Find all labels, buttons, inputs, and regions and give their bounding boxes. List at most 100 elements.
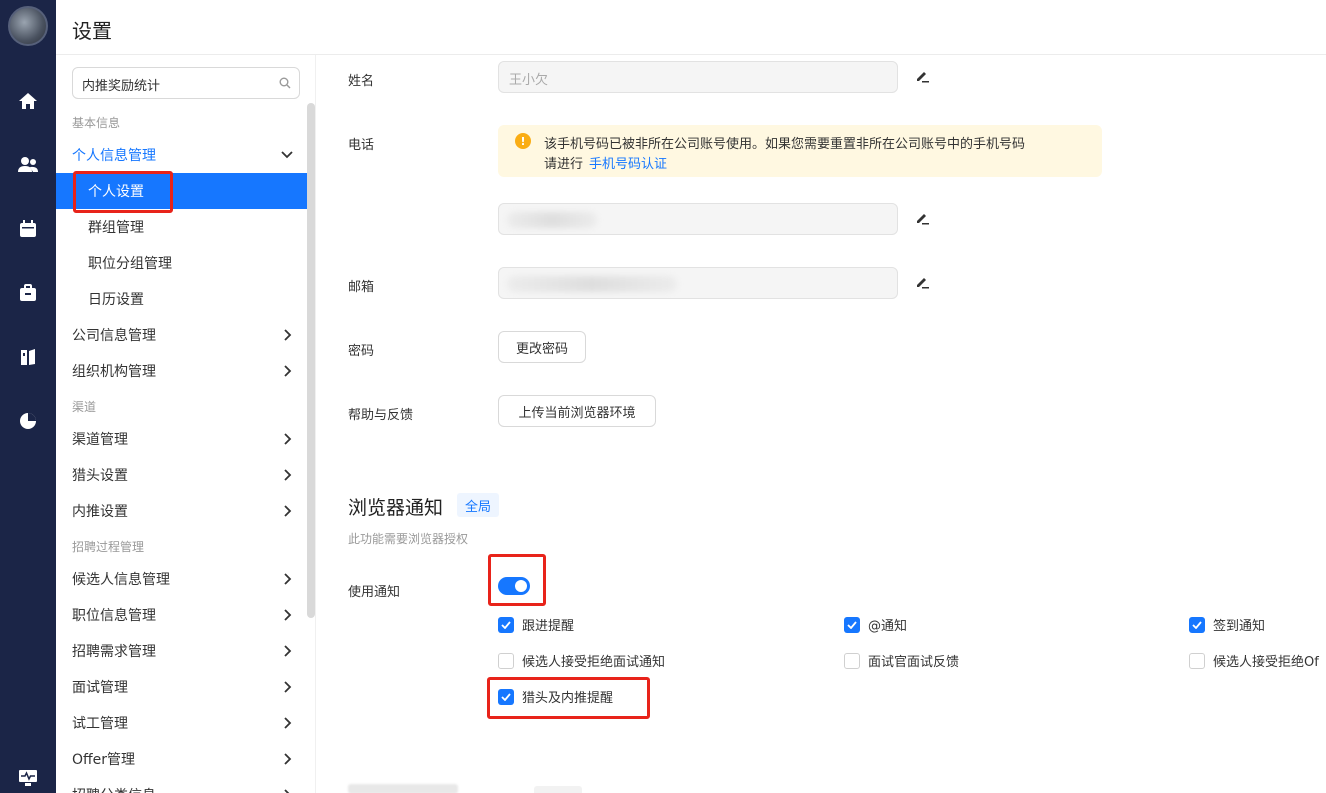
phone-verify-link[interactable]: 手机号码认证 bbox=[589, 157, 667, 172]
sidebar-item-label: 候选人信息管理 bbox=[72, 572, 170, 588]
settings-content: 姓名 王小欠 电话 ! 该手机号码已被非所在公司账号使用。如果您需要重置非所在公… bbox=[317, 55, 1326, 793]
group-title-basic-info: 基本信息 bbox=[72, 116, 121, 130]
sidebar-item-position-groups[interactable]: 职位分组管理 bbox=[56, 245, 308, 281]
home-icon[interactable] bbox=[16, 89, 40, 113]
sidebar-item-personal-settings[interactable]: 个人设置 bbox=[56, 173, 308, 209]
checkbox-checked-icon bbox=[1189, 616, 1205, 633]
edit-email-icon[interactable] bbox=[914, 274, 930, 294]
checkbox-label: 猎头及内推提醒 bbox=[522, 691, 614, 706]
chevron-right-icon bbox=[280, 572, 294, 590]
sidebar-item-hiring-needs[interactable]: 招聘需求管理 bbox=[56, 633, 308, 669]
search-icon[interactable] bbox=[279, 77, 291, 93]
checkbox-checked-icon bbox=[498, 688, 514, 705]
sidebar-item-referral-settings[interactable]: 内推设置 bbox=[56, 493, 308, 529]
checkbox-label: 面试官面试反馈 bbox=[868, 655, 960, 670]
checkbox-empty-icon bbox=[844, 652, 860, 669]
chevron-right-icon bbox=[280, 432, 294, 450]
change-password-button[interactable]: 更改密码 bbox=[498, 331, 586, 363]
sidebar-item-label: 面试管理 bbox=[72, 680, 128, 696]
sidebar-scrollbar[interactable] bbox=[307, 103, 315, 618]
checkbox-check-in[interactable]: 签到通知 bbox=[1189, 615, 1265, 634]
name-label: 姓名 bbox=[348, 74, 375, 89]
phone-label: 电话 bbox=[348, 138, 375, 153]
group-title-recruiting: 招聘过程管理 bbox=[72, 540, 145, 554]
calendar-icon[interactable] bbox=[16, 217, 40, 241]
page-title: 设置 bbox=[72, 19, 112, 43]
name-field[interactable]: 王小欠 bbox=[498, 61, 898, 93]
checkbox-follow-up[interactable]: 跟进提醒 bbox=[498, 615, 574, 634]
use-notification-label: 使用通知 bbox=[348, 585, 401, 600]
help-label: 帮助与反馈 bbox=[348, 408, 414, 423]
sidebar-item-position-info[interactable]: 职位信息管理 bbox=[56, 597, 308, 633]
sidebar-item-label: 招聘分类信息 bbox=[72, 785, 156, 793]
top-bar: 设置 bbox=[56, 0, 1326, 55]
section-description: 此功能需要浏览器授权 bbox=[348, 532, 469, 546]
chevron-right-icon bbox=[280, 788, 294, 793]
sidebar-item-label: 公司信息管理 bbox=[72, 328, 156, 344]
group-title-channels: 渠道 bbox=[72, 400, 97, 414]
sidebar-item-trial-work[interactable]: 试工管理 bbox=[56, 705, 308, 741]
sidebar-item-label: 个人设置 bbox=[88, 184, 144, 200]
chevron-right-icon bbox=[280, 716, 294, 734]
sidebar-search-input[interactable]: 内推奖励统计 bbox=[72, 67, 300, 99]
sidebar-item-recruiting-categories[interactable]: 招聘分类信息 bbox=[56, 777, 308, 793]
chevron-right-icon bbox=[280, 468, 294, 486]
phone-warning-banner: ! 该手机号码已被非所在公司账号使用。如果您需要重置非所在公司账号中的手机号码 … bbox=[498, 125, 1102, 177]
checkbox-empty-icon bbox=[498, 652, 514, 669]
chevron-right-icon bbox=[280, 608, 294, 626]
sidebar-item-group-management[interactable]: 群组管理 bbox=[56, 209, 308, 245]
edit-phone-icon[interactable] bbox=[914, 210, 930, 230]
sidebar-item-label: 群组管理 bbox=[88, 220, 144, 236]
redacted-email bbox=[507, 276, 677, 292]
users-icon[interactable] bbox=[16, 153, 40, 177]
sidebar-item-headhunter-settings[interactable]: 猎头设置 bbox=[56, 457, 308, 493]
sidebar-item-label: 猎头设置 bbox=[72, 468, 128, 484]
chevron-down-icon bbox=[280, 148, 294, 166]
checkbox-label: 跟进提醒 bbox=[522, 619, 575, 634]
sidebar-item-calendar-settings[interactable]: 日历设置 bbox=[56, 281, 308, 317]
phone-field[interactable] bbox=[498, 203, 898, 235]
warning-icon: ! bbox=[515, 133, 531, 149]
briefcase-icon[interactable] bbox=[16, 281, 40, 305]
checkbox-interview-response[interactable]: 候选人接受拒绝面试通知 bbox=[498, 651, 665, 670]
sidebar-item-personal-info[interactable]: 个人信息管理 bbox=[56, 137, 308, 173]
checkbox-interviewer-feedback[interactable]: 面试官面试反馈 bbox=[844, 651, 959, 670]
sidebar-item-label: 试工管理 bbox=[72, 716, 128, 732]
email-field[interactable] bbox=[498, 267, 898, 299]
icon-rail bbox=[0, 0, 56, 793]
scope-tag: 全局 bbox=[457, 493, 500, 517]
sidebar-item-label: 内推设置 bbox=[72, 504, 128, 520]
monitor-icon[interactable] bbox=[16, 766, 40, 790]
notification-toggle[interactable] bbox=[498, 577, 530, 595]
checkbox-checked-icon bbox=[844, 616, 860, 633]
checkbox-headhunter-referral[interactable]: 猎头及内推提醒 bbox=[498, 687, 613, 706]
chevron-right-icon bbox=[280, 752, 294, 770]
warning-text: 该手机号码已被非所在公司账号使用。如果您需要重置非所在公司账号中的手机号码 bbox=[544, 137, 1026, 152]
checkbox-offer-response[interactable]: 候选人接受拒绝Of bbox=[1189, 651, 1319, 670]
next-section-tag-partial bbox=[534, 786, 582, 793]
checkbox-label: 候选人接受拒绝面试通知 bbox=[522, 655, 666, 670]
warning-prefix: 请进行 bbox=[544, 157, 584, 172]
checkbox-label: 签到通知 bbox=[1213, 619, 1266, 634]
sidebar-item-company-info[interactable]: 公司信息管理 bbox=[56, 317, 308, 353]
sidebar-item-label: 个人信息管理 bbox=[72, 148, 156, 164]
avatar[interactable] bbox=[8, 6, 48, 46]
book-icon[interactable] bbox=[16, 345, 40, 369]
email-label: 邮箱 bbox=[348, 280, 375, 295]
pie-chart-icon[interactable] bbox=[16, 409, 40, 433]
upload-browser-env-button[interactable]: 上传当前浏览器环境 bbox=[498, 395, 656, 427]
sidebar-item-label: 职位信息管理 bbox=[72, 608, 156, 624]
sidebar-item-offer-management[interactable]: Offer管理 bbox=[56, 741, 308, 777]
section-title: 浏览器通知 bbox=[348, 497, 444, 519]
edit-name-icon[interactable] bbox=[914, 68, 930, 88]
redacted-phone bbox=[507, 212, 597, 228]
sidebar-item-label: 组织机构管理 bbox=[72, 364, 156, 380]
sidebar-item-channel-management[interactable]: 渠道管理 bbox=[56, 421, 308, 457]
checkbox-mention[interactable]: @通知 bbox=[844, 615, 907, 634]
sidebar-item-interview-management[interactable]: 面试管理 bbox=[56, 669, 308, 705]
checkbox-empty-icon bbox=[1189, 652, 1205, 669]
chevron-right-icon bbox=[280, 680, 294, 698]
checkbox-label: @通知 bbox=[868, 619, 908, 634]
sidebar-item-candidate-info[interactable]: 候选人信息管理 bbox=[56, 561, 308, 597]
sidebar-item-org-structure[interactable]: 组织机构管理 bbox=[56, 353, 308, 389]
